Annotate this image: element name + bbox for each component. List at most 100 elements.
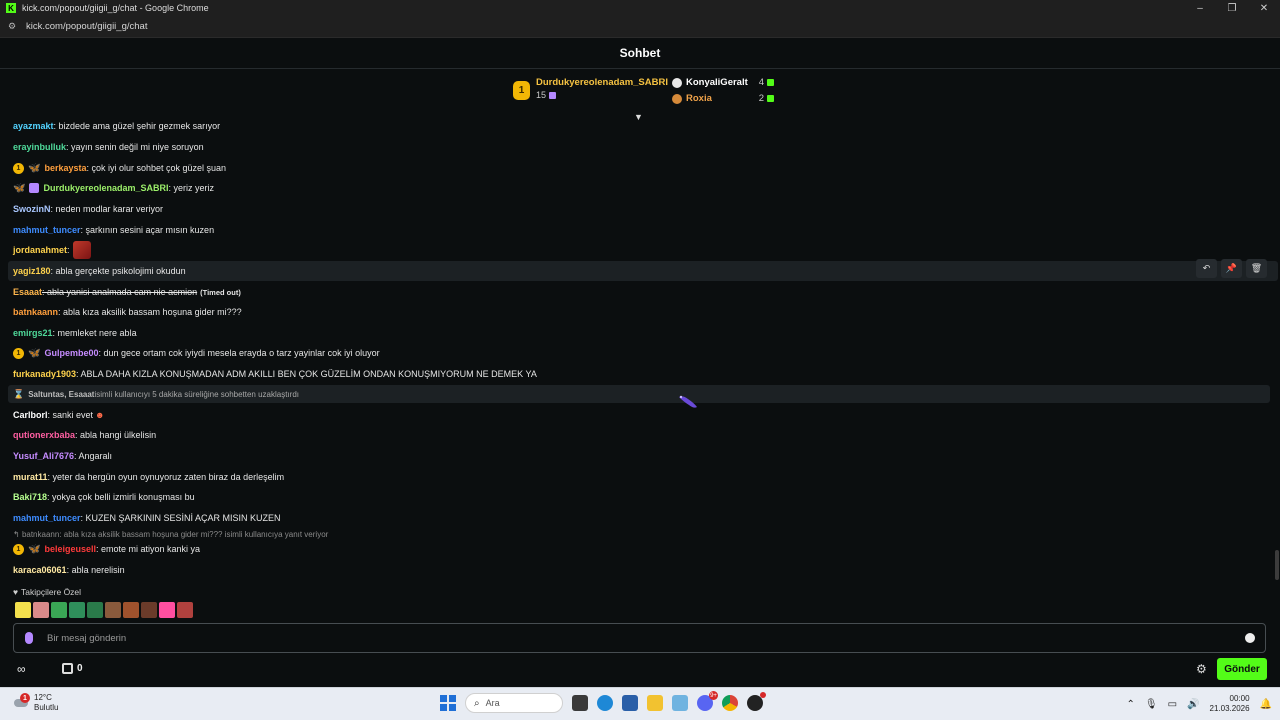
weather-widget[interactable]: 1 12°C Bulutlu bbox=[12, 693, 58, 713]
chat-scrollbar[interactable] bbox=[1275, 550, 1279, 580]
chat-footer: ∞ 0 ⚙ Gönder bbox=[0, 656, 1280, 684]
microphone-icon[interactable] bbox=[25, 632, 33, 644]
chat-messages[interactable]: ↶ 📌 🗑 ayazmakt : bizdede ama güzel şehir… bbox=[0, 118, 1280, 584]
url-text[interactable]: kick.com/popout/giigii_g/chat bbox=[26, 21, 147, 32]
chat-message[interactable]: 1 🦋 beleigeusell : emote mi atiyon kanki… bbox=[13, 540, 200, 558]
tray-chevron-icon[interactable]: ⌃ bbox=[1127, 699, 1135, 710]
message-username[interactable]: yagiz180 bbox=[13, 266, 51, 276]
gift-icon bbox=[767, 95, 774, 102]
chat-message[interactable]: jordanahmet : bbox=[13, 241, 91, 259]
network-icon[interactable]: ▭ bbox=[1168, 699, 1177, 710]
message-username[interactable]: jordanahmet bbox=[13, 245, 67, 255]
system-clock[interactable]: 00:00 21.03.2026 bbox=[1210, 694, 1250, 714]
emote-button[interactable] bbox=[141, 602, 157, 618]
message-username[interactable]: beleigeusell bbox=[44, 544, 96, 554]
message-text: : KUZEN ŞARKININ SESİNİ AÇAR MISIN KUZEN bbox=[80, 513, 281, 523]
emote-button[interactable] bbox=[123, 602, 139, 618]
message-text: : yokya çok belli izmirli konuşması bu bbox=[47, 492, 195, 502]
edge-browser-icon[interactable] bbox=[597, 695, 613, 711]
leaderboard-first[interactable]: 1 Durdukyereolenadam_SABRI 15 bbox=[513, 77, 668, 100]
chat-message[interactable]: 1 🦋 Gulpembe00 : dun gece ortam cok iyiy… bbox=[13, 344, 380, 362]
emote-button[interactable] bbox=[105, 602, 121, 618]
chat-message[interactable]: batnkaann : abla kıza aksilik bassam hoş… bbox=[13, 303, 242, 321]
task-view-icon[interactable] bbox=[572, 695, 588, 711]
chat-message[interactable]: SwozinN : neden modlar karar veriyor bbox=[13, 200, 163, 218]
chat-message[interactable]: Carlborl : sanki evet ☻ bbox=[13, 406, 105, 424]
chat-message[interactable]: murat11 : yeter da hergün oyun oynuyoruz… bbox=[13, 468, 284, 486]
gear-icon[interactable]: ⚙ bbox=[1196, 662, 1207, 676]
chat-message[interactable]: emirgs21 : memleket nere abla bbox=[13, 324, 137, 342]
emote-button[interactable] bbox=[15, 602, 31, 618]
settings-app-icon[interactable] bbox=[672, 695, 688, 711]
message-username[interactable]: Esaaat bbox=[13, 287, 42, 297]
message-username[interactable]: mahmut_tuncer bbox=[13, 513, 81, 523]
chat-message-input[interactable] bbox=[47, 632, 1197, 644]
taskbar-search[interactable]: ⌕ Ara bbox=[465, 693, 563, 713]
message-username[interactable]: ayazmakt bbox=[13, 121, 54, 131]
reply-reference[interactable]: ↰ batnkaann: abla kıza aksilik bassam ho… bbox=[13, 530, 328, 539]
discord-icon[interactable]: 9+ bbox=[697, 691, 718, 711]
leaderboard-second[interactable]: KonyaliGeralt 4 bbox=[672, 77, 774, 88]
message-username[interactable]: Yusuf_Ali7676 bbox=[13, 451, 74, 461]
gift-icon bbox=[549, 91, 557, 99]
channel-points-infinity-icon[interactable]: ∞ bbox=[17, 662, 26, 676]
microphone-tray-icon[interactable]: 🎙 bbox=[1145, 699, 1158, 710]
close-icon[interactable]: ✕ bbox=[1248, 0, 1280, 16]
chat-message[interactable]: ayazmakt : bizdede ama güzel şehir gezme… bbox=[13, 118, 220, 135]
message-username[interactable]: emirgs21 bbox=[13, 328, 53, 338]
site-info-icon[interactable]: ⚙ bbox=[8, 21, 18, 32]
chat-message[interactable]: 1 🦋 berkaysta : çok iyi olur sohbet çok … bbox=[13, 159, 226, 177]
emote-button[interactable] bbox=[33, 602, 49, 618]
windows-start-icon[interactable] bbox=[440, 695, 456, 711]
chat-message[interactable]: Esaaat : abla yanisi analmada cam nie ac… bbox=[13, 283, 241, 301]
message-username[interactable]: murat11 bbox=[13, 472, 48, 482]
delete-icon[interactable]: 🗑 bbox=[1246, 259, 1267, 278]
chat-message[interactable]: furkanady1903 : ABLA DAHA KIZLA KONUŞMAD… bbox=[13, 365, 537, 383]
message-username[interactable]: batnkaann bbox=[13, 307, 58, 317]
message-text: : abla hangi ülkelisin bbox=[75, 430, 157, 440]
message-username[interactable]: Carlborl bbox=[13, 410, 48, 420]
pin-icon[interactable]: 📌 bbox=[1221, 259, 1242, 278]
message-username[interactable]: Durdukyereolenadam_SABRI bbox=[43, 183, 168, 193]
leaderboard-second-count: 4 bbox=[758, 77, 764, 88]
chat-input-box[interactable] bbox=[13, 623, 1266, 653]
emote-button[interactable] bbox=[51, 602, 67, 618]
chat-message[interactable]: karaca06061 : abla nerelisin bbox=[13, 561, 125, 579]
store-icon[interactable] bbox=[62, 663, 73, 674]
message-username[interactable]: berkaysta bbox=[44, 163, 86, 173]
emoji-picker-icon[interactable] bbox=[1245, 633, 1255, 643]
leaderboard-third[interactable]: Roxia 2 bbox=[672, 93, 774, 104]
volume-icon[interactable]: 🔊 bbox=[1187, 699, 1199, 710]
emote-button[interactable] bbox=[87, 602, 103, 618]
chat-message[interactable]: mahmut_tuncer : KUZEN ŞARKININ SESİNİ AÇ… bbox=[13, 509, 281, 527]
chat-message[interactable]: qutionerxbaba : abla hangi ülkelisin bbox=[13, 426, 156, 444]
store-app-icon[interactable] bbox=[622, 695, 638, 711]
restore-icon[interactable]: ❐ bbox=[1216, 0, 1248, 16]
obs-icon[interactable] bbox=[747, 692, 766, 711]
chat-message[interactable]: Yusuf_Ali7676 : Angaralı bbox=[13, 447, 112, 465]
notification-bell-icon[interactable]: 🔔 bbox=[1260, 699, 1272, 710]
points-count: 0 bbox=[77, 663, 83, 674]
message-username[interactable]: furkanady1903 bbox=[13, 369, 76, 379]
message-username[interactable]: karaca06061 bbox=[13, 565, 67, 575]
reply-icon[interactable]: ↶ bbox=[1196, 259, 1217, 278]
message-text: : abla kıza aksilik bassam hoşuna gider … bbox=[58, 307, 242, 317]
message-username[interactable]: SwozinN bbox=[13, 204, 51, 214]
message-username[interactable]: erayinbulluk bbox=[13, 142, 66, 152]
emote-button[interactable] bbox=[159, 602, 175, 618]
message-username[interactable]: Gulpembe00 bbox=[44, 348, 98, 358]
message-username[interactable]: Baki718 bbox=[13, 492, 47, 502]
minimize-icon[interactable]: – bbox=[1184, 0, 1216, 16]
message-username[interactable]: mahmut_tuncer bbox=[13, 225, 81, 235]
chat-message[interactable]: mahmut_tuncer : şarkının sesini açar mıs… bbox=[13, 221, 214, 239]
chat-message[interactable]: Baki718 : yokya çok belli izmirli konuşm… bbox=[13, 488, 195, 506]
emote-button[interactable] bbox=[69, 602, 85, 618]
file-explorer-icon[interactable] bbox=[647, 695, 663, 711]
send-button[interactable]: Gönder bbox=[1217, 658, 1267, 680]
emote-button[interactable] bbox=[177, 602, 193, 618]
chat-message[interactable]: erayinbulluk : yayın senin değil mi niye… bbox=[13, 138, 204, 156]
chat-message[interactable]: 🦋 Durdukyereolenadam_SABRI : yeriz yeriz bbox=[13, 179, 214, 197]
message-username[interactable]: qutionerxbaba bbox=[13, 430, 75, 440]
chrome-icon[interactable] bbox=[722, 695, 738, 711]
chat-message[interactable]: yagiz180 : abla gerçekte psikolojimi oku… bbox=[13, 262, 186, 280]
